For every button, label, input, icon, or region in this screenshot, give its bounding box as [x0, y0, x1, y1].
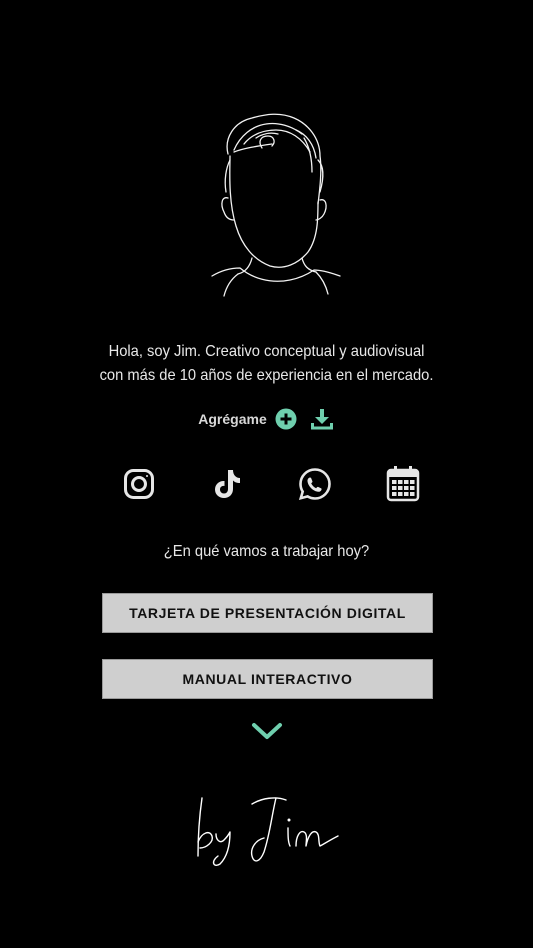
intro-line-1: Hola, soy Jim. Creativo conceptual y aud… — [108, 343, 425, 360]
chevron-down-icon[interactable] — [250, 720, 284, 742]
tiktok-icon[interactable] — [207, 464, 247, 504]
digital-card-button[interactable]: TARJETA DE PRESENTACIÓN DIGITAL — [102, 593, 433, 633]
social-links — [0, 464, 533, 508]
calendar-icon[interactable] — [383, 464, 423, 504]
instagram-icon[interactable] — [119, 464, 159, 504]
add-contact-row: Agrégame — [0, 408, 533, 430]
portrait-illustration — [211, 113, 341, 297]
interactive-manual-button[interactable]: MANUAL INTERACTIVO — [102, 659, 433, 699]
intro-text: Hola, soy Jim. Creativo conceptual y aud… — [58, 340, 475, 388]
intro-line-2: con más de 10 años de experiencia en el … — [99, 367, 434, 384]
download-icon[interactable] — [309, 408, 335, 430]
whatsapp-icon[interactable] — [295, 464, 335, 504]
add-contact-label: Agrégame — [198, 411, 267, 427]
signature-logo — [197, 797, 339, 866]
plus-circle-icon[interactable] — [275, 408, 297, 430]
work-question: ¿En qué vamos a trabajar hoy? — [163, 543, 370, 560]
